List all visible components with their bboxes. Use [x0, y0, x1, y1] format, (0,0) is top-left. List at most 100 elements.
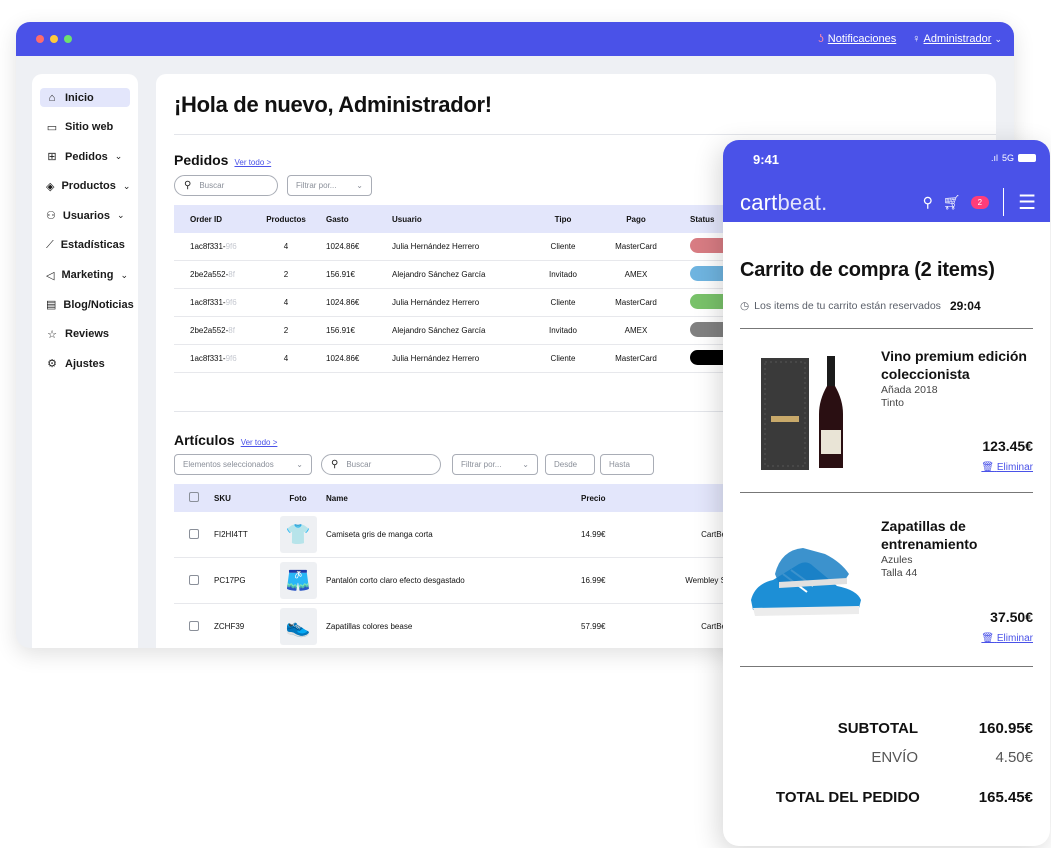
subtotal-row: SUBTOTAL 160.95€: [723, 720, 1033, 737]
sidebar-icon: ⚇: [46, 210, 56, 223]
order-id: 1ac8f331-9f6: [174, 242, 246, 251]
cart-title: Carrito de compra (2 items): [740, 259, 995, 281]
column-header[interactable]: Productos: [246, 215, 326, 224]
notifications-link-wrap[interactable]: ʖ Notificaciones: [818, 33, 896, 45]
product-price: 14.99€: [581, 530, 606, 539]
articles-view-all-link[interactable]: Ver todo >: [241, 438, 278, 447]
row-checkbox[interactable]: [189, 574, 199, 585]
subtotal-value: 160.95€: [978, 720, 1033, 737]
sidebar-item-6[interactable]: ◁ Marketing ⌄: [40, 266, 130, 285]
sidebar-item-0[interactable]: ⌂ Inicio: [40, 88, 130, 107]
sneaker-icon[interactable]: 👟: [279, 608, 317, 645]
product-sku: PC17PG: [214, 576, 246, 585]
select-all-cell: [174, 492, 214, 504]
reservation-timer: 29:04: [949, 299, 981, 313]
order-type: Cliente: [550, 354, 576, 363]
product-name[interactable]: Pantalón corto claro efecto desgastado: [326, 576, 581, 585]
sidebar-item-2[interactable]: ⊞ Pedidos ⌄: [40, 147, 130, 166]
column-header[interactable]: Order ID: [174, 215, 246, 224]
sneaker-product-image[interactable]: [745, 534, 867, 624]
order-user: Alejandro Sánchez García: [392, 270, 486, 279]
sidebar-item-5[interactable]: ⟋ Estadísticas: [40, 236, 130, 255]
chevron-down-icon: ⌄: [122, 180, 131, 191]
column-header[interactable]: Gasto: [326, 215, 392, 224]
sidebar-item-label: Sitio web: [65, 121, 114, 134]
menu-icon[interactable]: ☰: [1018, 190, 1036, 215]
articles-search-input[interactable]: ⚲ Buscar: [321, 454, 441, 475]
search-icon: ⚲: [184, 180, 192, 191]
payment-method: MasterCard: [615, 298, 657, 307]
brand-logo[interactable]: cartbeat.: [740, 190, 827, 216]
order-id-faded: 9f6: [225, 242, 237, 251]
search-icon[interactable]: ⚲: [923, 194, 933, 211]
product-name[interactable]: Camiseta gris de manga corta: [326, 530, 581, 539]
remove-item-button[interactable]: 🗑︎ Eliminar: [981, 633, 1033, 644]
sidebar-item-label: Estadísticas: [60, 239, 125, 252]
sidebar-item-4[interactable]: ⚇ Usuarios ⌄: [40, 206, 130, 225]
shipping-label: ENVÍO: [871, 749, 918, 766]
date-to-placeholder: Hasta: [609, 460, 630, 469]
cart-icon[interactable]: 🛒︎: [943, 194, 961, 211]
bell-icon: ʖ: [818, 33, 824, 45]
column-header[interactable]: Name: [326, 494, 581, 503]
order-user: Julia Hernández Herrero: [392, 298, 480, 307]
total-row: TOTAL DEL PEDIDO 165.45€: [723, 789, 1033, 806]
select-all-checkbox[interactable]: [189, 492, 199, 502]
column-header[interactable]: Tipo: [534, 215, 592, 224]
remove-label: Eliminar: [996, 462, 1033, 473]
column-header[interactable]: Pago: [592, 215, 680, 224]
product-name[interactable]: Zapatillas colores bease: [326, 622, 581, 631]
notifications-link[interactable]: Notificaciones: [828, 33, 896, 45]
order-id-faded: 9f6: [225, 354, 237, 363]
column-header[interactable]: SKU: [214, 494, 270, 503]
wine-bottle-icon: [761, 356, 843, 470]
close-dot[interactable]: [36, 35, 44, 43]
minimize-dot[interactable]: [50, 35, 58, 43]
cart-item-name[interactable]: Zapatillas de entrenamiento: [881, 517, 1041, 553]
order-id: 1ac8f331-9f6: [174, 354, 246, 363]
remove-item-button[interactable]: 🗑︎ Eliminar: [981, 462, 1033, 473]
product-brand: CartBe: [701, 530, 726, 539]
articles-title: Artículos: [174, 432, 235, 448]
orders-filter-select[interactable]: Filtrar por... ⌄: [287, 175, 372, 196]
column-header[interactable]: Precio: [581, 494, 666, 503]
date-to-input[interactable]: Hasta: [600, 454, 654, 475]
order-id: 2be2a552-8f: [174, 326, 246, 335]
order-id-faded: 8f: [228, 270, 235, 279]
column-header[interactable]: Usuario: [392, 215, 534, 224]
orders-view-all-link[interactable]: Ver todo >: [234, 158, 271, 167]
sidebar-item-8[interactable]: ☆ Reviews: [40, 325, 130, 344]
wine-product-image[interactable]: [753, 348, 863, 473]
chevron-down-icon: ⌄: [116, 210, 125, 221]
maximize-dot[interactable]: [64, 35, 72, 43]
trash-icon: 🗑︎: [981, 633, 995, 644]
sidebar-item-1[interactable]: ▭ Sitio web: [40, 118, 130, 137]
selected-items-select[interactable]: Elementos seleccionados ⌄: [174, 454, 312, 475]
cart-item-name[interactable]: Vino premium edición coleccionista: [881, 347, 1041, 383]
articles-filter-select[interactable]: Filtrar por... ⌄: [452, 454, 538, 475]
order-id: 2be2a552-8f: [174, 270, 246, 279]
brand-light: beat.: [777, 190, 828, 215]
date-from-placeholder: Desde: [554, 460, 578, 469]
sidebar-icon: ⟋: [46, 238, 54, 251]
sidebar-item-7[interactable]: ▤ Blog/Noticias: [40, 295, 134, 314]
divider: [1003, 188, 1005, 216]
admin-link[interactable]: Administrador: [924, 33, 992, 45]
sidebar-icon: ◁: [46, 269, 55, 282]
row-checkbox[interactable]: [189, 620, 199, 631]
order-user: Julia Hernández Herrero: [392, 242, 480, 251]
window-titlebar: ʖ Notificaciones ♀ Administrador ⌄: [16, 22, 1014, 56]
orders-search-input[interactable]: ⚲ Buscar: [174, 175, 278, 196]
product-sku: ZCHF39: [214, 622, 245, 631]
date-from-input[interactable]: Desde: [545, 454, 595, 475]
divider: [740, 328, 1033, 329]
sidebar-item-9[interactable]: ⚙ Ajustes: [40, 354, 130, 373]
total-label: TOTAL DEL PEDIDO: [775, 789, 920, 806]
tshirt-icon[interactable]: 👕: [279, 516, 317, 553]
sidebar-item-3[interactable]: ◈ Productos ⌄: [40, 177, 130, 196]
row-checkbox[interactable]: [189, 528, 199, 539]
column-header[interactable]: Foto: [270, 494, 326, 503]
admin-menu[interactable]: ♀ Administrador ⌄: [912, 33, 1002, 45]
shorts-icon[interactable]: 🩳: [279, 562, 317, 599]
sidebar-icon: ☆: [47, 328, 57, 341]
